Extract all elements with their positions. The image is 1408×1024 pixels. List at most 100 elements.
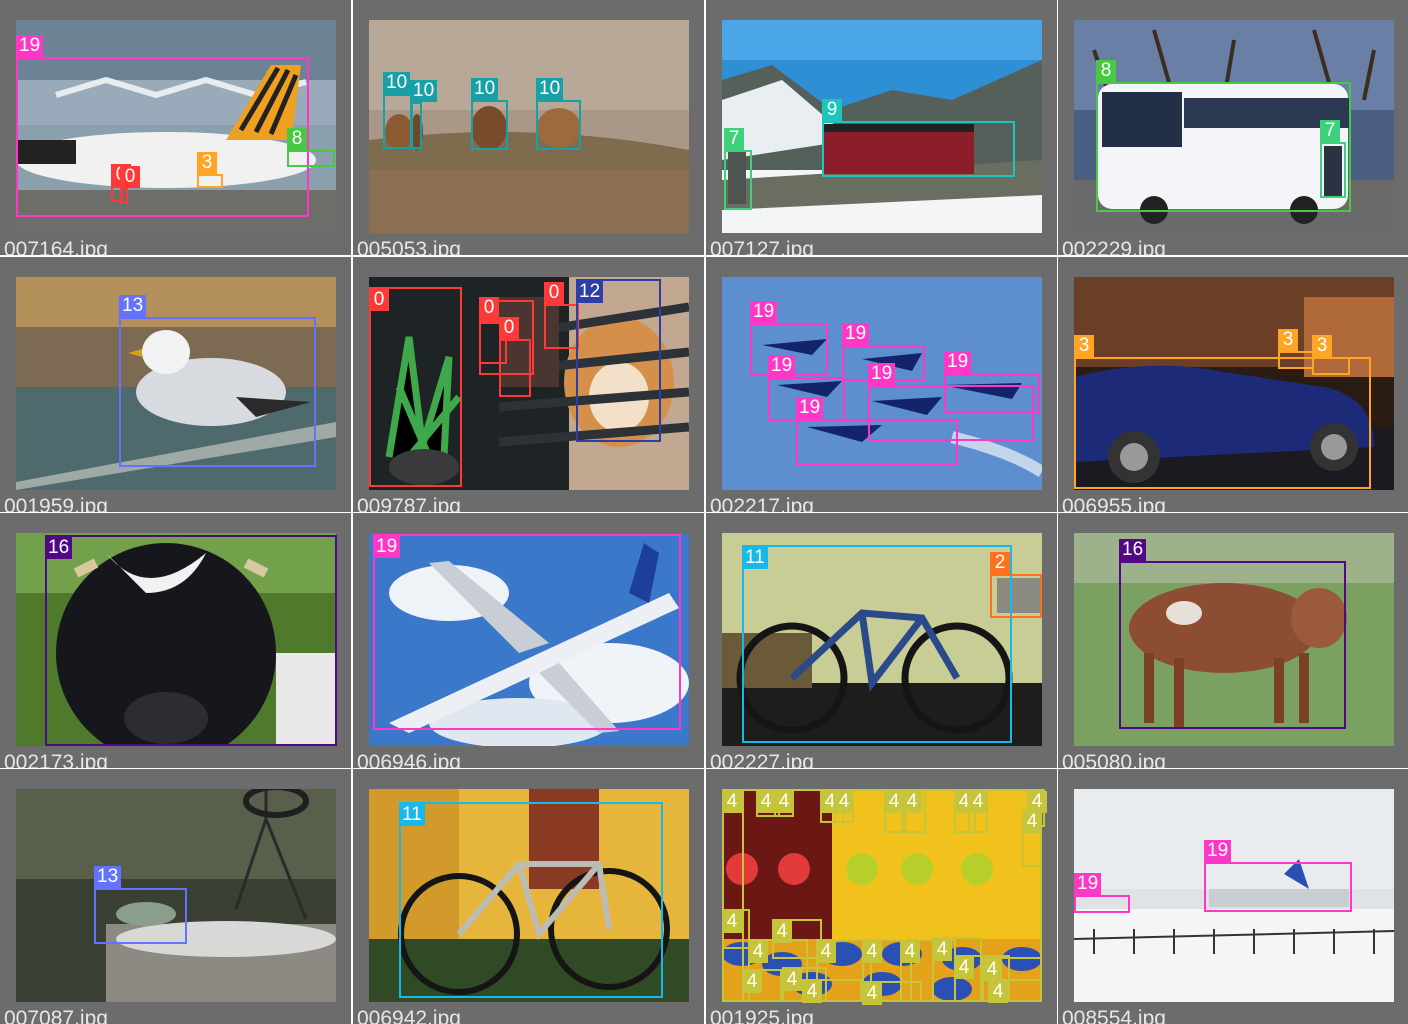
image-tile[interactable]: 3 3 3 006955.jpg (1058, 257, 1408, 512)
bounding-box: 9 (822, 99, 1015, 177)
image-tile[interactable]: 19 19 008554.jpg (1058, 769, 1408, 1024)
filename-label: 007127.jpg (710, 238, 814, 255)
class-label: 4 (834, 791, 854, 813)
image-tile[interactable]: 16 005080.jpg (1058, 513, 1408, 768)
bounding-box: 10 (471, 78, 508, 150)
bounding-box: 10 (536, 78, 581, 150)
bounding-box: 8 (1096, 60, 1351, 212)
bounding-box: 16 (45, 535, 337, 746)
class-label: 7 (1320, 120, 1340, 142)
bounding-box: 4 (902, 789, 926, 833)
image-tile[interactable]: 10 10 10 10 005053.jpg (353, 0, 704, 255)
image-tile[interactable]: 11 2 002227.jpg (706, 513, 1057, 768)
bounding-box: 3 (1312, 335, 1350, 375)
filename-label: 002229.jpg (1062, 238, 1166, 255)
class-label: 9 (822, 99, 842, 121)
class-label: 19 (16, 35, 44, 57)
class-label: 19 (1204, 840, 1232, 862)
bounding-box: 19 (944, 351, 1040, 413)
bounding-box: 4 (774, 789, 794, 817)
class-label: 3 (197, 152, 217, 174)
image-tile[interactable]: 8 7 002229.jpg (1058, 0, 1408, 255)
class-label: 7 (724, 128, 744, 150)
class-label: 4 (748, 941, 768, 963)
bounding-box: 3 (1074, 335, 1371, 489)
bounding-box: 0 (544, 282, 579, 349)
class-label: 4 (988, 981, 1008, 1003)
class-label: 0 (369, 289, 389, 311)
class-label: 10 (536, 78, 564, 100)
bounding-box: 4 (722, 789, 744, 1002)
class-label: 4 (884, 791, 904, 813)
bounding-box: 19 (373, 534, 681, 730)
class-label: 3 (1278, 329, 1298, 351)
filename-label: 002217.jpg (710, 495, 814, 512)
class-label: 4 (1022, 811, 1042, 833)
class-label: 4 (722, 911, 742, 933)
image-tile[interactable]: 9 7 007127.jpg (706, 0, 1057, 255)
class-label: 4 (900, 941, 920, 963)
image-tile[interactable]: 44444444444444444444444444001925.jpg (706, 769, 1057, 1024)
bounding-box: 4 (988, 979, 1042, 1003)
image-tile[interactable]: 13 007087.jpg (0, 769, 351, 1024)
image-tile[interactable]: 19 19 19 19 19 19 002217.jpg (706, 257, 1057, 512)
image-tile[interactable]: 13 001959.jpg (0, 257, 351, 512)
image-tile[interactable]: 0000012009787.jpg (353, 257, 704, 512)
image-tile[interactable]: 19 006946.jpg (353, 513, 704, 768)
class-label: 4 (782, 969, 802, 991)
class-label: 8 (1096, 60, 1116, 82)
bounding-box: 19 (16, 35, 309, 217)
class-label: 19 (842, 323, 870, 345)
bounding-box: 7 (1320, 120, 1346, 198)
bounding-box: 11 (399, 802, 663, 998)
filename-label: 006946.jpg (357, 751, 461, 768)
bounding-box: 4 (802, 979, 862, 1003)
filename-label: 007164.jpg (4, 238, 108, 255)
bounding-box: 19 (1204, 840, 1352, 912)
class-label: 19 (944, 351, 972, 373)
filename-label: 001925.jpg (710, 1007, 814, 1024)
class-label: 0 (479, 297, 499, 319)
filename-label: 005080.jpg (1062, 751, 1166, 768)
class-label: 16 (45, 537, 73, 559)
class-label: 19 (750, 301, 778, 323)
class-label: 4 (862, 983, 882, 1005)
mosaic-grid: 198300007164.jpg 10101010005053.jpg 9700… (0, 0, 1408, 1024)
class-label: 4 (862, 941, 882, 963)
class-label: 4 (902, 791, 922, 813)
image-tile[interactable]: 11 006942.jpg (353, 769, 704, 1024)
class-label: 3 (1074, 335, 1094, 357)
bounding-box: 4 (1022, 809, 1042, 867)
filename-label: 005053.jpg (357, 238, 461, 255)
class-label: 10 (471, 78, 499, 100)
class-label: 0 (499, 317, 519, 339)
image-tile[interactable]: 16 002173.jpg (0, 513, 351, 768)
class-label: 19 (373, 536, 401, 558)
filename-label: 006942.jpg (357, 1007, 461, 1024)
bounding-box: 4 (742, 969, 782, 1002)
class-label: 16 (1119, 539, 1147, 561)
class-label: 19 (1074, 873, 1102, 895)
bounding-box: 2 (990, 552, 1042, 618)
bounding-box: 3 (1278, 329, 1314, 369)
class-label: 13 (119, 295, 147, 317)
class-label: 10 (410, 80, 438, 102)
class-label: 0 (120, 166, 140, 188)
class-label: 4 (816, 941, 836, 963)
class-label: 4 (722, 791, 742, 813)
class-label: 11 (399, 804, 425, 826)
bounding-box: 11 (742, 545, 1012, 743)
bounding-box: 13 (119, 295, 316, 467)
class-label: 4 (954, 957, 974, 979)
class-label: 13 (94, 866, 122, 888)
filename-label: 002173.jpg (4, 751, 108, 768)
class-label: 3 (1312, 335, 1332, 357)
image-tile[interactable]: 198300007164.jpg (0, 0, 351, 255)
bounding-box: 16 (1119, 539, 1346, 729)
bounding-box: 3 (197, 152, 223, 188)
class-label: 4 (968, 791, 988, 813)
class-label: 4 (756, 791, 776, 813)
bounding-box: 12 (576, 279, 661, 442)
bounding-box: 8 (287, 128, 335, 167)
filename-label: 001959.jpg (4, 495, 108, 512)
